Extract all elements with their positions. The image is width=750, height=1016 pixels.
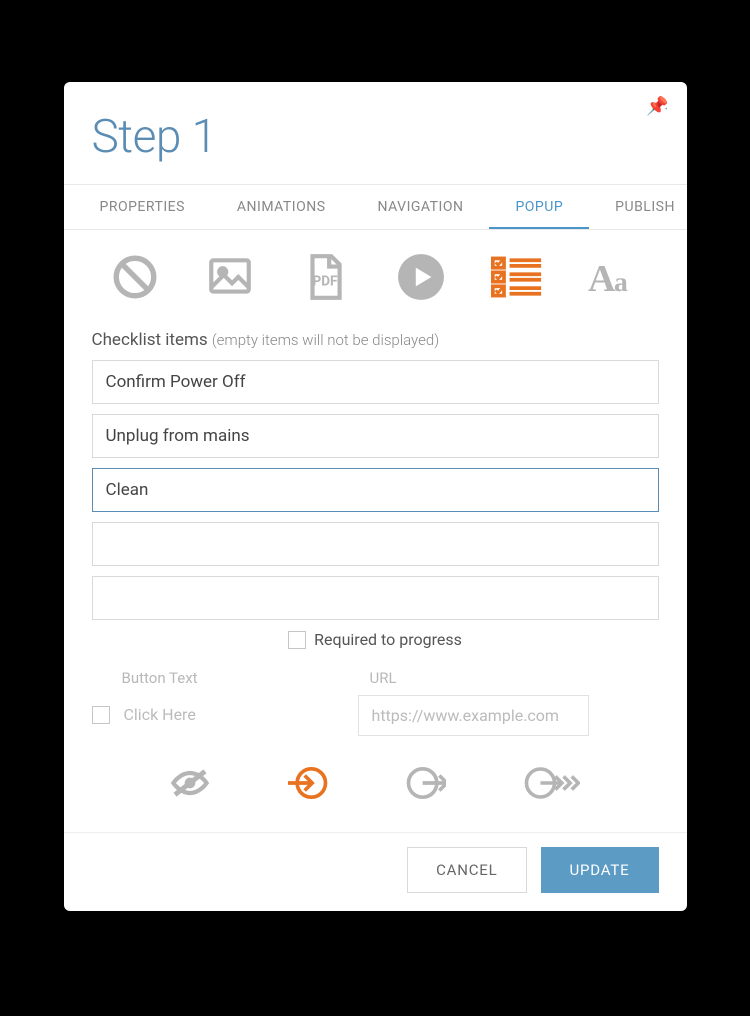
footer: CANCEL UPDATE: [64, 832, 687, 911]
checklist-hint: (empty items will not be displayed): [212, 331, 439, 349]
svg-text:a: a: [614, 266, 628, 297]
tab-popup[interactable]: POPUP: [489, 185, 589, 229]
popup-type-icons: PDF Aa: [64, 230, 687, 320]
panel-header: Step 1 📌: [64, 82, 687, 184]
required-row: Required to progress: [92, 630, 659, 649]
required-label: Required to progress: [314, 630, 462, 649]
url-label: URL: [358, 669, 659, 687]
cancel-button[interactable]: CANCEL: [407, 847, 526, 893]
page-title: Step 1: [92, 110, 659, 164]
checklist-label: Checklist items (empty items will not be…: [92, 330, 659, 350]
tab-navigation[interactable]: NAVIGATION: [352, 185, 490, 229]
step-editor-panel: Step 1 📌 PROPERTIES ANIMATIONS NAVIGATIO…: [64, 82, 687, 911]
nav-icons: [92, 742, 659, 824]
button-enable-checkbox[interactable]: [92, 706, 110, 724]
button-text-block: Button Text: [92, 669, 340, 734]
update-button[interactable]: UPDATE: [541, 847, 659, 893]
checklist-item-4[interactable]: [92, 522, 659, 566]
button-url-row: Button Text URL: [92, 669, 659, 736]
text-icon[interactable]: Aa: [588, 252, 640, 302]
required-checkbox[interactable]: [288, 631, 306, 649]
checklist-item-2[interactable]: [92, 414, 659, 458]
svg-text:PDF: PDF: [313, 273, 339, 289]
pdf-icon[interactable]: PDF: [300, 252, 350, 302]
hide-icon[interactable]: [170, 767, 210, 803]
tab-bar: PROPERTIES ANIMATIONS NAVIGATION POPUP P…: [64, 185, 687, 230]
content-area: Checklist items (empty items will not be…: [64, 320, 687, 832]
none-icon[interactable]: [110, 252, 160, 302]
exit-forward-icon[interactable]: [524, 766, 580, 804]
checklist-item-1[interactable]: [92, 360, 659, 404]
checklist-label-text: Checklist items: [92, 330, 208, 350]
tab-properties[interactable]: PROPERTIES: [74, 185, 211, 229]
url-input[interactable]: [358, 695, 589, 736]
checklist-icon[interactable]: [491, 252, 543, 302]
svg-text:A: A: [588, 258, 616, 300]
checklist-item-5[interactable]: [92, 576, 659, 620]
button-text-label: Button Text: [92, 669, 340, 687]
pin-icon[interactable]: 📌: [651, 98, 669, 121]
checklist-item-3[interactable]: [92, 468, 659, 512]
image-icon[interactable]: [205, 252, 255, 302]
url-block: URL: [358, 669, 659, 736]
tab-publish[interactable]: PUBLISH: [589, 185, 686, 229]
exit-icon[interactable]: [406, 766, 446, 804]
enter-icon[interactable]: [288, 766, 328, 804]
button-text-input[interactable]: [120, 695, 340, 734]
tab-animations[interactable]: ANIMATIONS: [211, 185, 352, 229]
video-icon[interactable]: [396, 252, 446, 302]
